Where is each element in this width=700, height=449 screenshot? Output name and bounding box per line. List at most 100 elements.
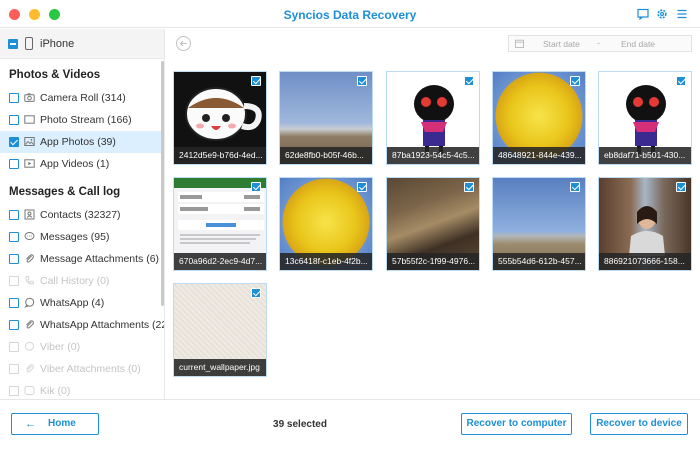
checkbox[interactable] (9, 137, 19, 147)
checkbox[interactable] (9, 210, 19, 220)
thumbnail-checkbox[interactable] (570, 76, 580, 86)
thumbnail-checkbox[interactable] (357, 182, 367, 192)
checkbox[interactable] (9, 232, 19, 242)
photo-thumbnail[interactable]: 57b55f2c-1f99-4976... (386, 177, 480, 271)
sidebar-item-label: Kik (0) (40, 385, 71, 397)
video-icon (24, 158, 35, 169)
sidebar-item-label: Camera Roll (314) (40, 92, 126, 104)
sidebar-item-whatsapp-attachments[interactable]: WhatsApp Attachments (22) (0, 314, 165, 336)
sidebar-item-label: App Photos (39) (40, 136, 116, 148)
sidebar-item-label: Messages (95) (40, 231, 110, 243)
gear-icon[interactable] (656, 8, 668, 20)
sidebar-item-camera-roll[interactable]: Camera Roll (314) (0, 87, 163, 109)
photo-thumbnail[interactable]: 2412d5e9-b76d-4ed... (173, 71, 267, 165)
thumbnail-checkbox[interactable] (251, 288, 261, 298)
photo-stream-icon (24, 114, 35, 125)
checkbox[interactable] (9, 254, 19, 264)
device-row[interactable]: iPhone (0, 29, 164, 59)
sidebar-item-label: Message Attachments (6) (40, 253, 160, 265)
thumbnail-caption: 57b55f2c-1f99-4976... (387, 253, 479, 270)
recover-to-device-button[interactable]: Recover to device (590, 413, 688, 435)
thumbnail-caption: 87ba1923-54c5-4c5... (387, 147, 479, 164)
sidebar-item-whatsapp[interactable]: WhatsApp (4) (0, 292, 163, 314)
sidebar-item-message-attachments[interactable]: Message Attachments (6) (0, 248, 163, 270)
thumbnail-caption: 555b54d6-612b-457... (493, 253, 585, 270)
thumbnail-checkbox[interactable] (464, 76, 474, 86)
back-button[interactable] (176, 36, 191, 51)
checkbox[interactable] (9, 115, 19, 125)
thumbnail-caption: current_wallpaper.jpg (174, 359, 266, 376)
thumbnail-caption: 886921073666-158... (599, 253, 691, 270)
thumbnail-caption: 13c6418f-c1eb-4f2b... (280, 253, 372, 270)
kik-icon (24, 385, 35, 396)
thumbnail-checkbox[interactable] (570, 182, 580, 192)
thumbnail-caption: 62de8fb0-b05f-46b... (280, 147, 372, 164)
photo-thumbnail[interactable]: current_wallpaper.jpg (173, 283, 267, 377)
sidebar-item-viber[interactable]: Viber (0) (0, 336, 163, 358)
viber-icon (24, 341, 35, 352)
thumbnail-caption: eb8daf71-b501-430... (599, 147, 691, 164)
thumbnail-checkbox[interactable] (357, 76, 367, 86)
attachment-icon (24, 253, 35, 264)
sidebar-scrollbar[interactable] (161, 61, 164, 306)
menu-icon[interactable] (676, 8, 688, 20)
photo-thumbnail[interactable]: 555b54d6-612b-457... (492, 177, 586, 271)
feedback-icon[interactable] (637, 8, 649, 20)
thumbnail-checkbox[interactable] (251, 182, 261, 192)
back-arrow-icon (179, 40, 187, 47)
thumbnail-checkbox[interactable] (464, 182, 474, 192)
date-separator: - (597, 38, 600, 48)
checkbox[interactable] (9, 320, 19, 330)
end-date-field[interactable]: End date (621, 39, 655, 49)
image-icon (24, 136, 35, 147)
start-date-field[interactable]: Start date (543, 39, 580, 49)
calendar-icon (515, 39, 524, 48)
thumbnail-checkbox[interactable] (676, 76, 686, 86)
checkbox[interactable] (9, 159, 19, 169)
thumbnail-checkbox[interactable] (676, 182, 686, 192)
checkbox[interactable] (9, 93, 19, 103)
photo-thumbnail[interactable]: 87ba1923-54c5-4c5... (386, 71, 480, 165)
sidebar-item-label: Contacts (32327) (40, 209, 121, 221)
sidebar-item-viber-attachments[interactable]: Viber Attachments (0) (0, 358, 163, 380)
selected-count: 39 selected (273, 419, 327, 430)
home-button[interactable]: ← Home (11, 413, 99, 435)
date-range-filter[interactable]: Start date - End date (508, 35, 692, 52)
sidebar-item-label: WhatsApp Attachments (22) (40, 319, 165, 331)
sidebar-item-messages[interactable]: Messages (95) (0, 226, 163, 248)
sidebar-item-contacts[interactable]: Contacts (32327) (0, 204, 163, 226)
sidebar-item-app-photos[interactable]: App Photos (39) (0, 131, 163, 153)
whatsapp-icon (24, 297, 35, 308)
sidebar-item-label: Call History (0) (40, 275, 110, 287)
checkbox[interactable] (9, 342, 19, 352)
sidebar: iPhone Photos & Videos Camera Roll (314)… (0, 29, 165, 399)
thumbnail-caption: 670a96d2-2ec9-4d7... (174, 253, 266, 270)
photo-thumbnail[interactable]: 13c6418f-c1eb-4f2b... (279, 177, 373, 271)
checkbox[interactable] (9, 364, 19, 374)
sidebar-item-app-videos[interactable]: App Videos (1) (0, 153, 163, 175)
attachment-icon (24, 363, 35, 374)
sidebar-item-call-history[interactable]: Call History (0) (0, 270, 163, 292)
thumbnail-checkbox[interactable] (251, 76, 261, 86)
photo-thumbnail[interactable]: 48648921-844e-439... (492, 71, 586, 165)
sidebar-item-kik[interactable]: Kik (0) (0, 380, 163, 399)
sidebar-item-photo-stream[interactable]: Photo Stream (166) (0, 109, 163, 131)
photo-thumbnail[interactable]: eb8daf71-b501-430... (598, 71, 692, 165)
device-name: iPhone (40, 38, 75, 50)
contacts-icon (24, 209, 35, 220)
device-checkbox[interactable] (8, 39, 18, 49)
recover-to-computer-button[interactable]: Recover to computer (461, 413, 572, 435)
checkbox[interactable] (9, 386, 19, 396)
home-button-label: Home (48, 418, 76, 429)
iphone-icon (25, 37, 33, 50)
checkbox[interactable] (9, 298, 19, 308)
sidebar-item-label: Viber (0) (40, 341, 81, 353)
section-title-messages-call-log: Messages & Call log (9, 186, 121, 198)
title-bar: Syncios Data Recovery (0, 0, 700, 28)
arrow-left-icon: ← (25, 418, 36, 430)
sidebar-item-label: Viber Attachments (0) (40, 363, 141, 375)
photo-thumbnail[interactable]: 886921073666-158... (598, 177, 692, 271)
photo-thumbnail[interactable]: 62de8fb0-b05f-46b... (279, 71, 373, 165)
photo-thumbnail[interactable]: 670a96d2-2ec9-4d7... (173, 177, 267, 271)
checkbox[interactable] (9, 276, 19, 286)
